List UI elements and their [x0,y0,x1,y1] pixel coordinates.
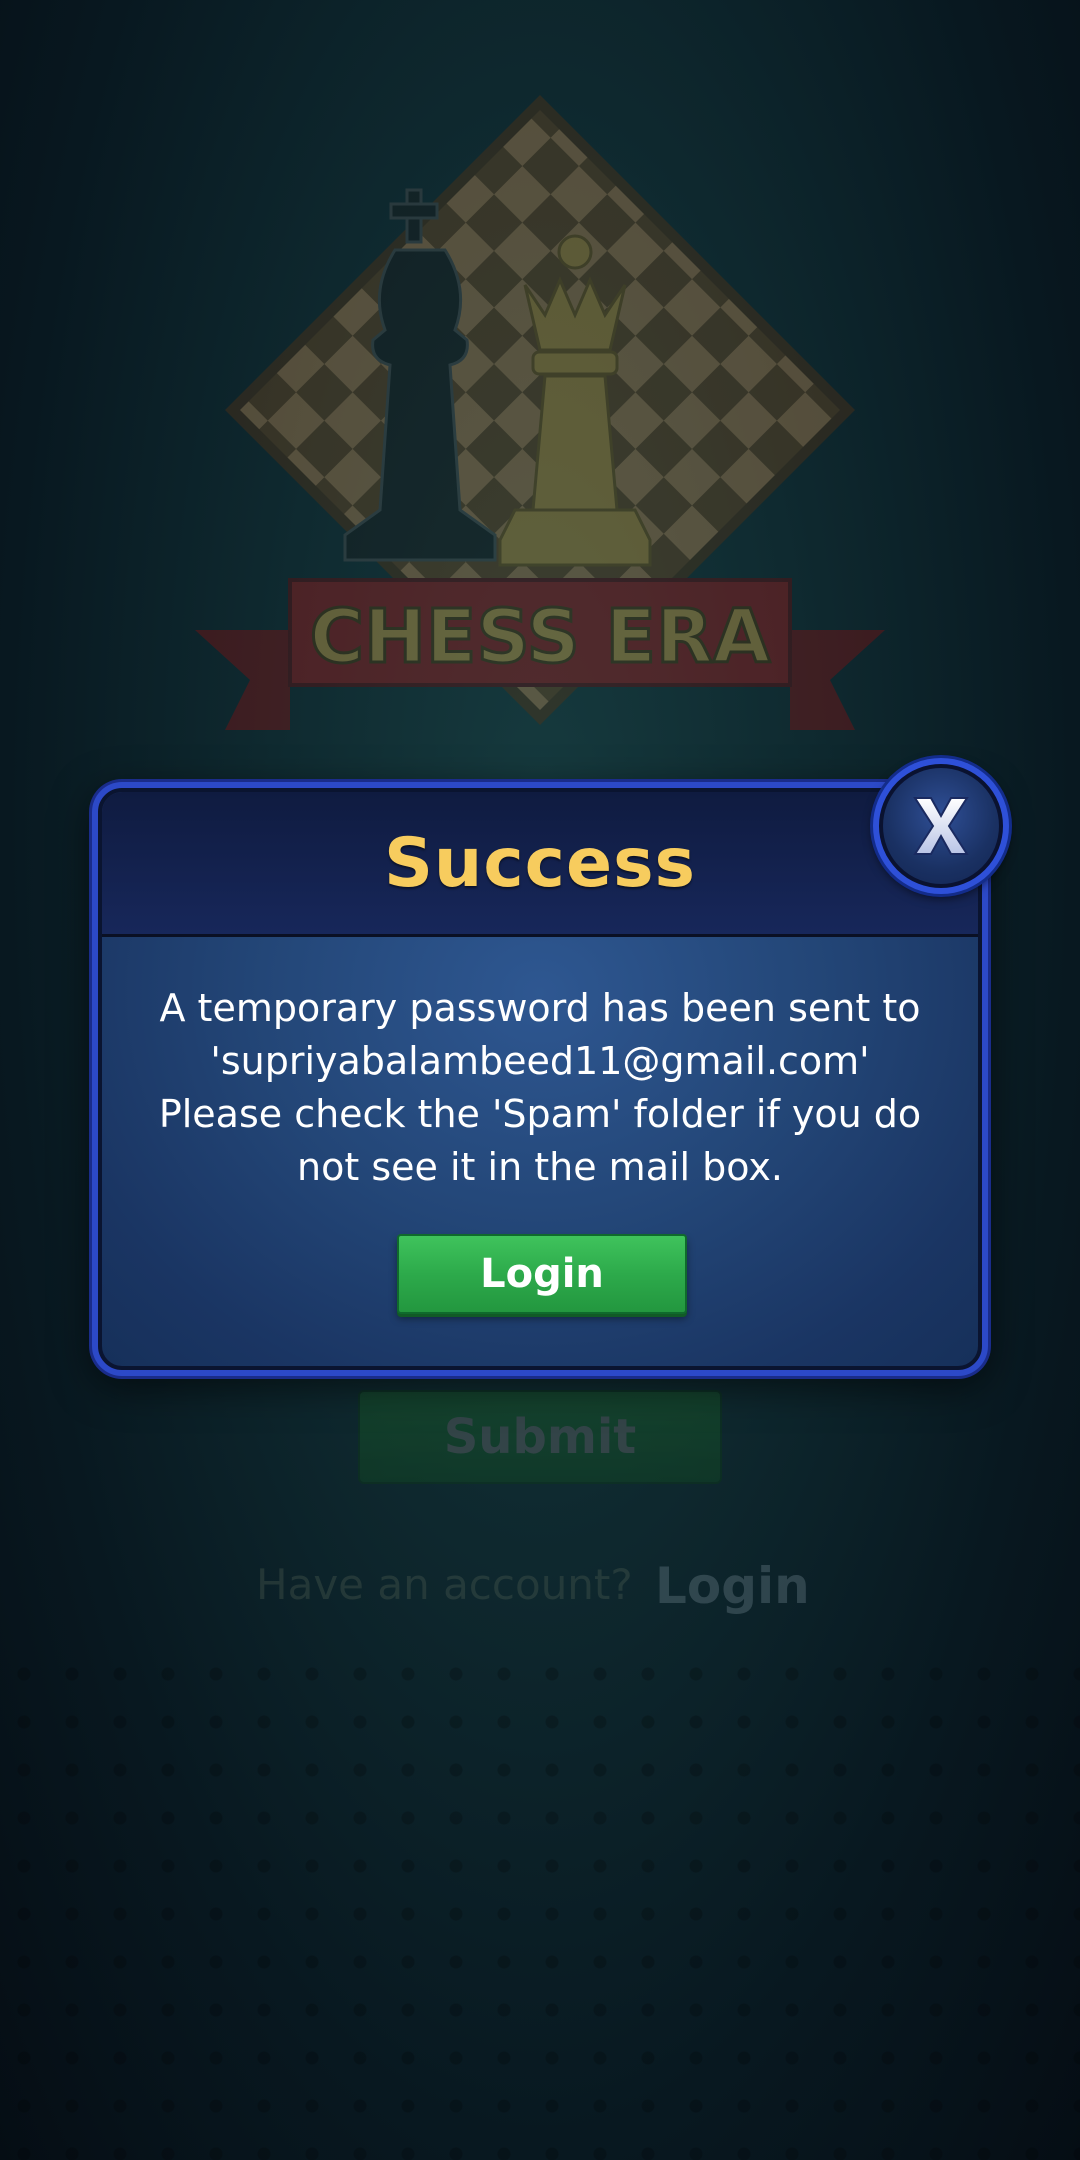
success-dialog: Success A temporary password has been se… [92,782,988,1376]
have-account-text: Have an account? [256,1560,633,1609]
dialog-header: Success [102,792,978,937]
submit-button[interactable]: Submit [358,1390,722,1484]
close-button-face [879,764,1003,888]
login-link[interactable]: Login [655,1557,810,1615]
message-line: not see it in the mail box. [297,1145,783,1189]
dialog-body: Success A temporary password has been se… [98,788,982,1370]
dialog-message: A temporary password has been sent to 's… [122,982,958,1194]
dialog-title: Success [383,823,697,903]
message-line: 'supriyabalambeed11@gmail.com' [210,1039,870,1083]
logo-title: CHESS ERA [310,594,771,680]
close-x-icon [913,797,969,855]
message-line: Please check the 'Spam' folder if you do [158,1092,922,1136]
login-button[interactable]: Login [397,1234,687,1314]
chess-era-logo: CHESS ERA [195,95,885,730]
close-button[interactable] [873,758,1009,894]
message-line: A temporary password has been sent to [159,986,921,1030]
